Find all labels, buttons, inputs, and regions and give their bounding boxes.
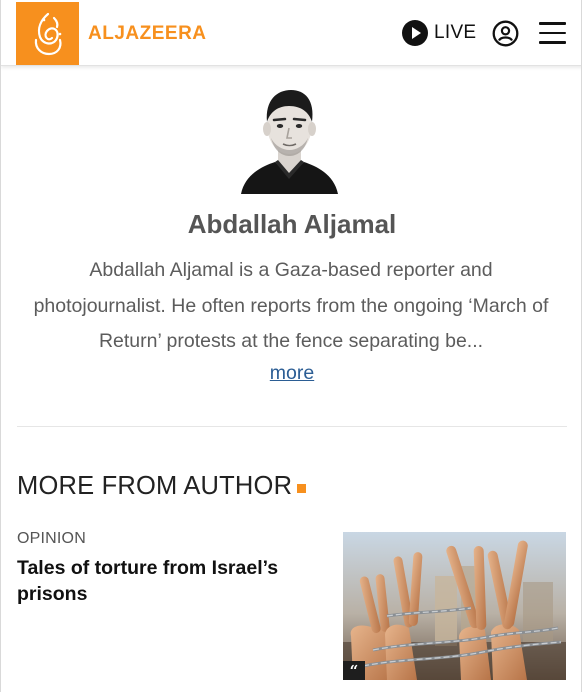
- quote-icon: “: [343, 661, 365, 680]
- calligraphy-logo-icon: [34, 12, 62, 55]
- account-button[interactable]: [492, 20, 519, 47]
- site-header: ALJAZEERA LIVE: [1, 0, 581, 66]
- play-circle-icon: [402, 20, 428, 46]
- divider: [17, 426, 567, 427]
- more-link[interactable]: more: [270, 362, 314, 384]
- author-name: Abdallah Aljamal: [187, 209, 397, 239]
- live-button[interactable]: LIVE: [402, 19, 476, 47]
- page: ALJAZEERA LIVE Abdallah Aljamal Abdallah…: [0, 0, 582, 692]
- aljazeera-logo-emblem[interactable]: [16, 2, 79, 65]
- user-circle-icon: [492, 20, 519, 47]
- live-label: LIVE: [434, 22, 477, 43]
- menu-button[interactable]: [539, 22, 566, 44]
- more-link-wrapper: more: [1, 362, 581, 385]
- article-category: OPINION: [17, 530, 86, 547]
- aljazeera-wordmark[interactable]: ALJAZEERA: [88, 23, 207, 45]
- author-bio: Abdallah Aljamal is a Gaza-based reporte…: [33, 259, 549, 352]
- article-title[interactable]: Tales of torture from Israel’s prisons: [17, 555, 317, 607]
- author-avatar: [241, 82, 338, 194]
- section-heading: MORE FROM AUTHOR: [17, 472, 293, 500]
- orange-square-icon: [297, 484, 306, 493]
- article-thumbnail[interactable]: [343, 532, 566, 680]
